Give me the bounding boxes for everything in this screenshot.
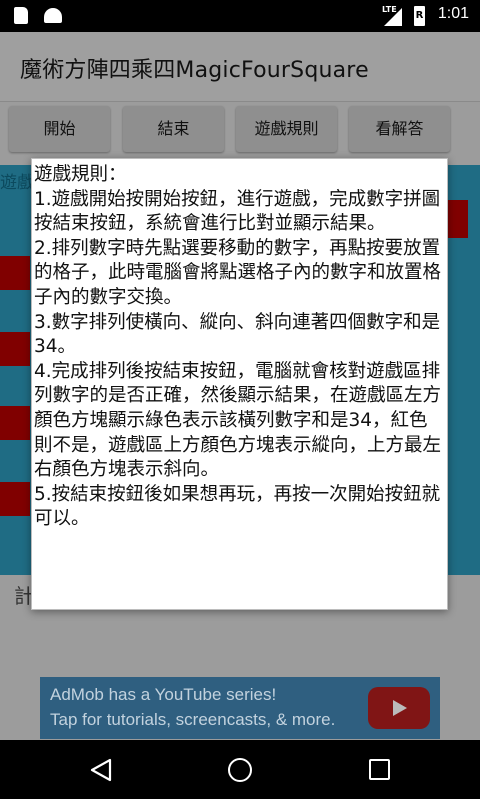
end-button[interactable]: 結束: [123, 106, 224, 152]
dialog-title: 遊戲規則：: [34, 164, 127, 185]
row-indicator: [0, 332, 30, 366]
dialog-rule-4: 4.完成排列後按結束按鈕，電腦就會核對遊戲區排列數字的是否正確，然後顯示結果，在…: [34, 360, 442, 481]
answer-button[interactable]: 看解答: [349, 106, 450, 152]
dialog-rule-2: 2.排列數字時先點選要移動的數字，再點按要放置的格子，此時電腦會將點選格子內的數…: [34, 237, 442, 308]
android-icon: [44, 8, 62, 23]
back-icon[interactable]: [90, 758, 112, 782]
recents-icon[interactable]: [369, 759, 390, 780]
dialog-rule-1: 1.遊戲開始按開始按鈕，進行遊戲，完成數字拼圖按結束按鈕，系統會進行比對並顯示結…: [34, 188, 441, 235]
status-bar: LTE R 1:01: [0, 0, 480, 32]
rules-dialog[interactable]: 遊戲規則： 1.遊戲開始按開始按鈕，進行遊戲，完成數字拼圖按結束按鈕，系統會進行…: [31, 158, 448, 610]
rules-button[interactable]: 遊戲規則: [236, 106, 337, 152]
ad-subline: Tap for tutorials, screencasts, & more.: [50, 710, 336, 729]
signal-icon: [384, 8, 402, 26]
app-bar: 魔術方陣四乘四MagicFourSquare: [0, 32, 480, 102]
dialog-rule-5: 5.按結束按鈕後如果想再玩，再按一次開始按鈕就可以。: [34, 483, 441, 530]
sd-card-icon: [14, 7, 28, 24]
youtube-play-icon[interactable]: [368, 687, 430, 729]
navigation-bar: [0, 740, 480, 799]
row-indicator: [0, 256, 30, 290]
ad-headline: AdMob has a YouTube series!: [50, 685, 277, 704]
row-indicator: [0, 482, 30, 516]
battery-icon: R: [414, 6, 425, 26]
home-icon[interactable]: [228, 758, 252, 782]
ad-banner[interactable]: AdMob has a YouTube series! Tap for tuto…: [40, 677, 440, 739]
start-button[interactable]: 開始: [9, 106, 110, 152]
app-title: 魔術方陣四乘四MagicFourSquare: [20, 58, 369, 83]
status-time: 1:01: [437, 5, 469, 22]
dialog-rule-3: 3.數字排列使橫向、縱向、斜向連著四個數字和是34。: [34, 311, 441, 358]
game-area-label: 遊戲: [0, 173, 34, 193]
row-indicator: [0, 406, 30, 440]
